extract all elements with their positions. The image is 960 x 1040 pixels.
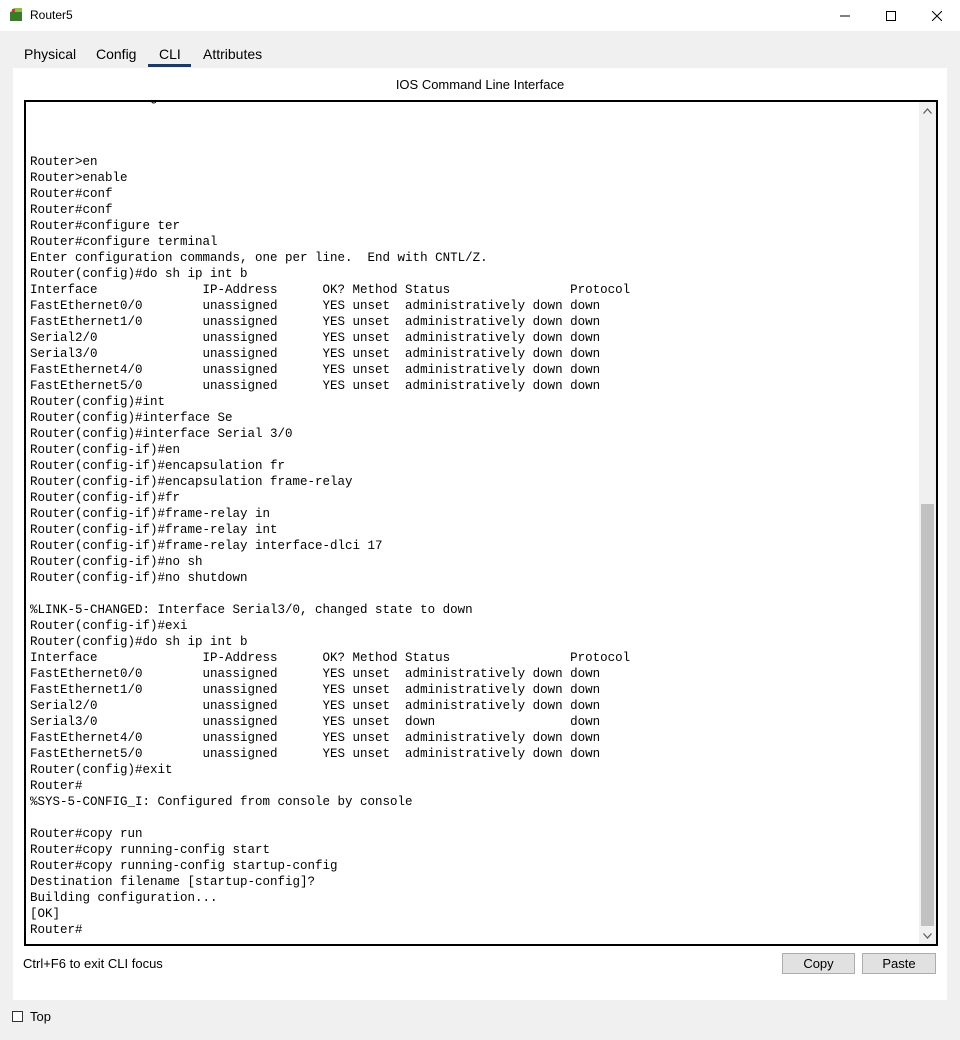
paste-button[interactable]: Paste [862,953,936,974]
tab-physical[interactable]: Physical [24,44,76,64]
tab-cli[interactable]: CLI [159,44,181,64]
window-title: Router5 [30,8,73,22]
console-output[interactable]: Press RETURN to get started. Router>en R… [30,102,630,938]
scroll-thumb[interactable] [921,504,934,926]
maximize-button[interactable] [868,0,914,31]
cli-console[interactable]: Press RETURN to get started. Router>en R… [24,100,938,946]
copy-button[interactable]: Copy [782,953,855,974]
title-bar: Router5 [0,0,960,31]
tab-attributes[interactable]: Attributes [203,44,262,64]
tab-config[interactable]: Config [96,44,136,64]
scroll-up-button[interactable] [919,102,936,119]
close-button[interactable] [914,0,960,31]
scroll-down-button[interactable] [919,927,936,944]
minimize-button[interactable] [822,0,868,31]
chevron-up-icon [923,107,932,114]
top-checkbox[interactable] [12,1011,23,1022]
cli-focus-hint: Ctrl+F6 to exit CLI focus [23,956,163,971]
router-icon [10,8,22,21]
top-checkbox-label[interactable]: Top [30,1009,51,1024]
panel-title: IOS Command Line Interface [395,77,565,92]
console-scrollbar[interactable] [919,102,936,944]
active-tab-indicator [148,64,191,67]
maximize-icon [886,10,896,21]
minimize-icon [840,15,850,16]
close-icon [932,10,942,21]
chevron-down-icon [923,932,932,939]
